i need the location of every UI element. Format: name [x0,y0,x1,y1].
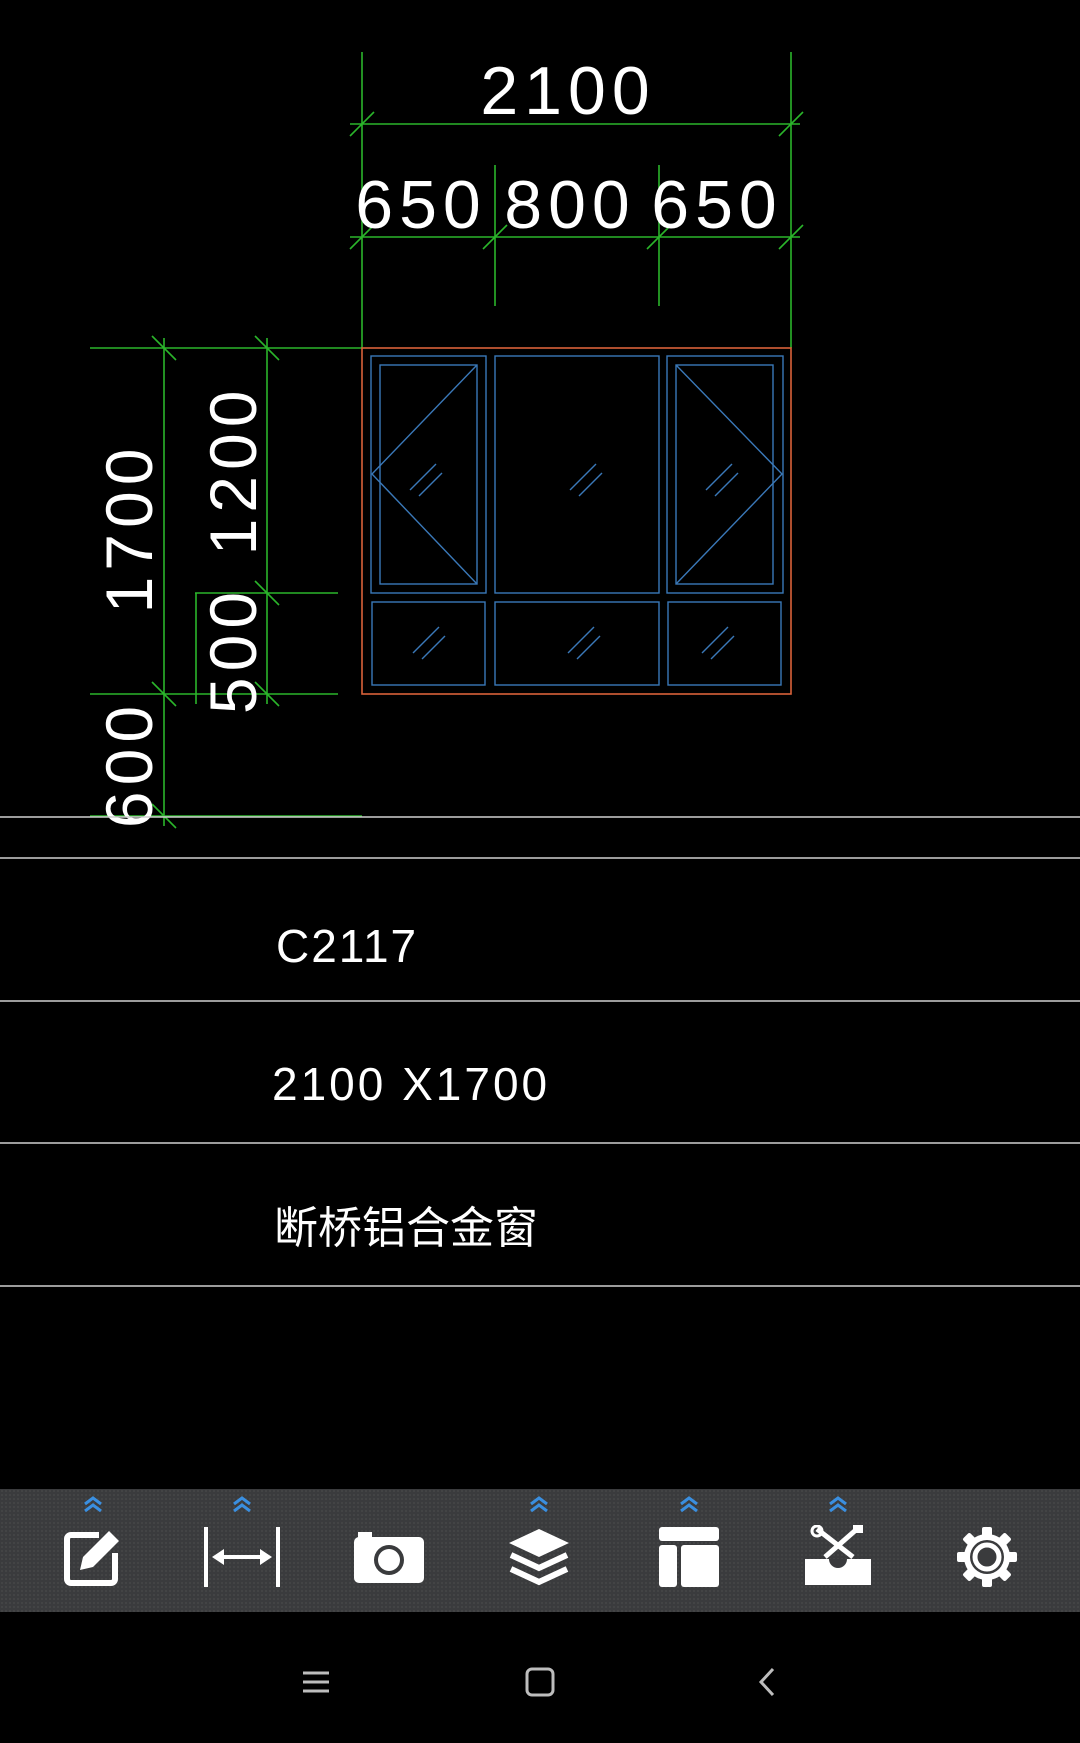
edit-icon [64,1530,119,1586]
gear-icon [957,1526,1017,1587]
dim-upper-height: 1200 [196,385,270,556]
layout-icon [659,1526,719,1587]
camera-button[interactable] [329,1489,449,1612]
home-button[interactable] [500,1642,580,1722]
menu-icon [303,1671,329,1693]
dim-overall-width: 2100 [480,53,655,129]
dim-center-panel-width: 800 [504,167,635,243]
expand-up-icon[interactable] [528,1495,550,1513]
tools-button[interactable] [778,1489,898,1612]
back-icon [758,1667,775,1697]
window-size: 2100 X1700 [272,1058,550,1110]
dim-lower-height: 500 [196,586,270,714]
expand-up-icon[interactable] [827,1495,849,1513]
schedule-table-lines [0,816,1080,1287]
back-button[interactable] [727,1642,807,1722]
tools-icon [805,1524,871,1585]
camera-icon [354,1531,424,1583]
expand-up-icon[interactable] [678,1495,700,1513]
dim-overall-height: 1700 [92,443,166,614]
settings-button[interactable] [927,1489,1047,1612]
cad-drawing-canvas[interactable]: 2100 650 800 650 1700 1200 500 600 C2117… [0,0,1080,1489]
layers-icon [509,1528,569,1585]
edit-button[interactable] [33,1489,153,1612]
window-frame [361,347,792,695]
navigation-bar [0,1612,1080,1743]
dim-left-panel-width: 650 [355,167,486,243]
expand-up-icon[interactable] [82,1495,104,1513]
layers-button[interactable] [479,1489,599,1612]
dim-right-panel-width: 650 [651,167,782,243]
dim-sill-height: 600 [92,700,166,828]
bottom-toolbar [0,1489,1080,1612]
measure-button[interactable] [182,1489,302,1612]
window-material: 断桥铝合金窗 [274,1204,538,1253]
home-icon [525,1667,555,1697]
menu-button[interactable] [276,1642,356,1722]
window-code: C2117 [276,920,418,972]
measure-icon [204,1526,280,1587]
layout-button[interactable] [629,1489,749,1612]
expand-up-icon[interactable] [231,1495,253,1513]
